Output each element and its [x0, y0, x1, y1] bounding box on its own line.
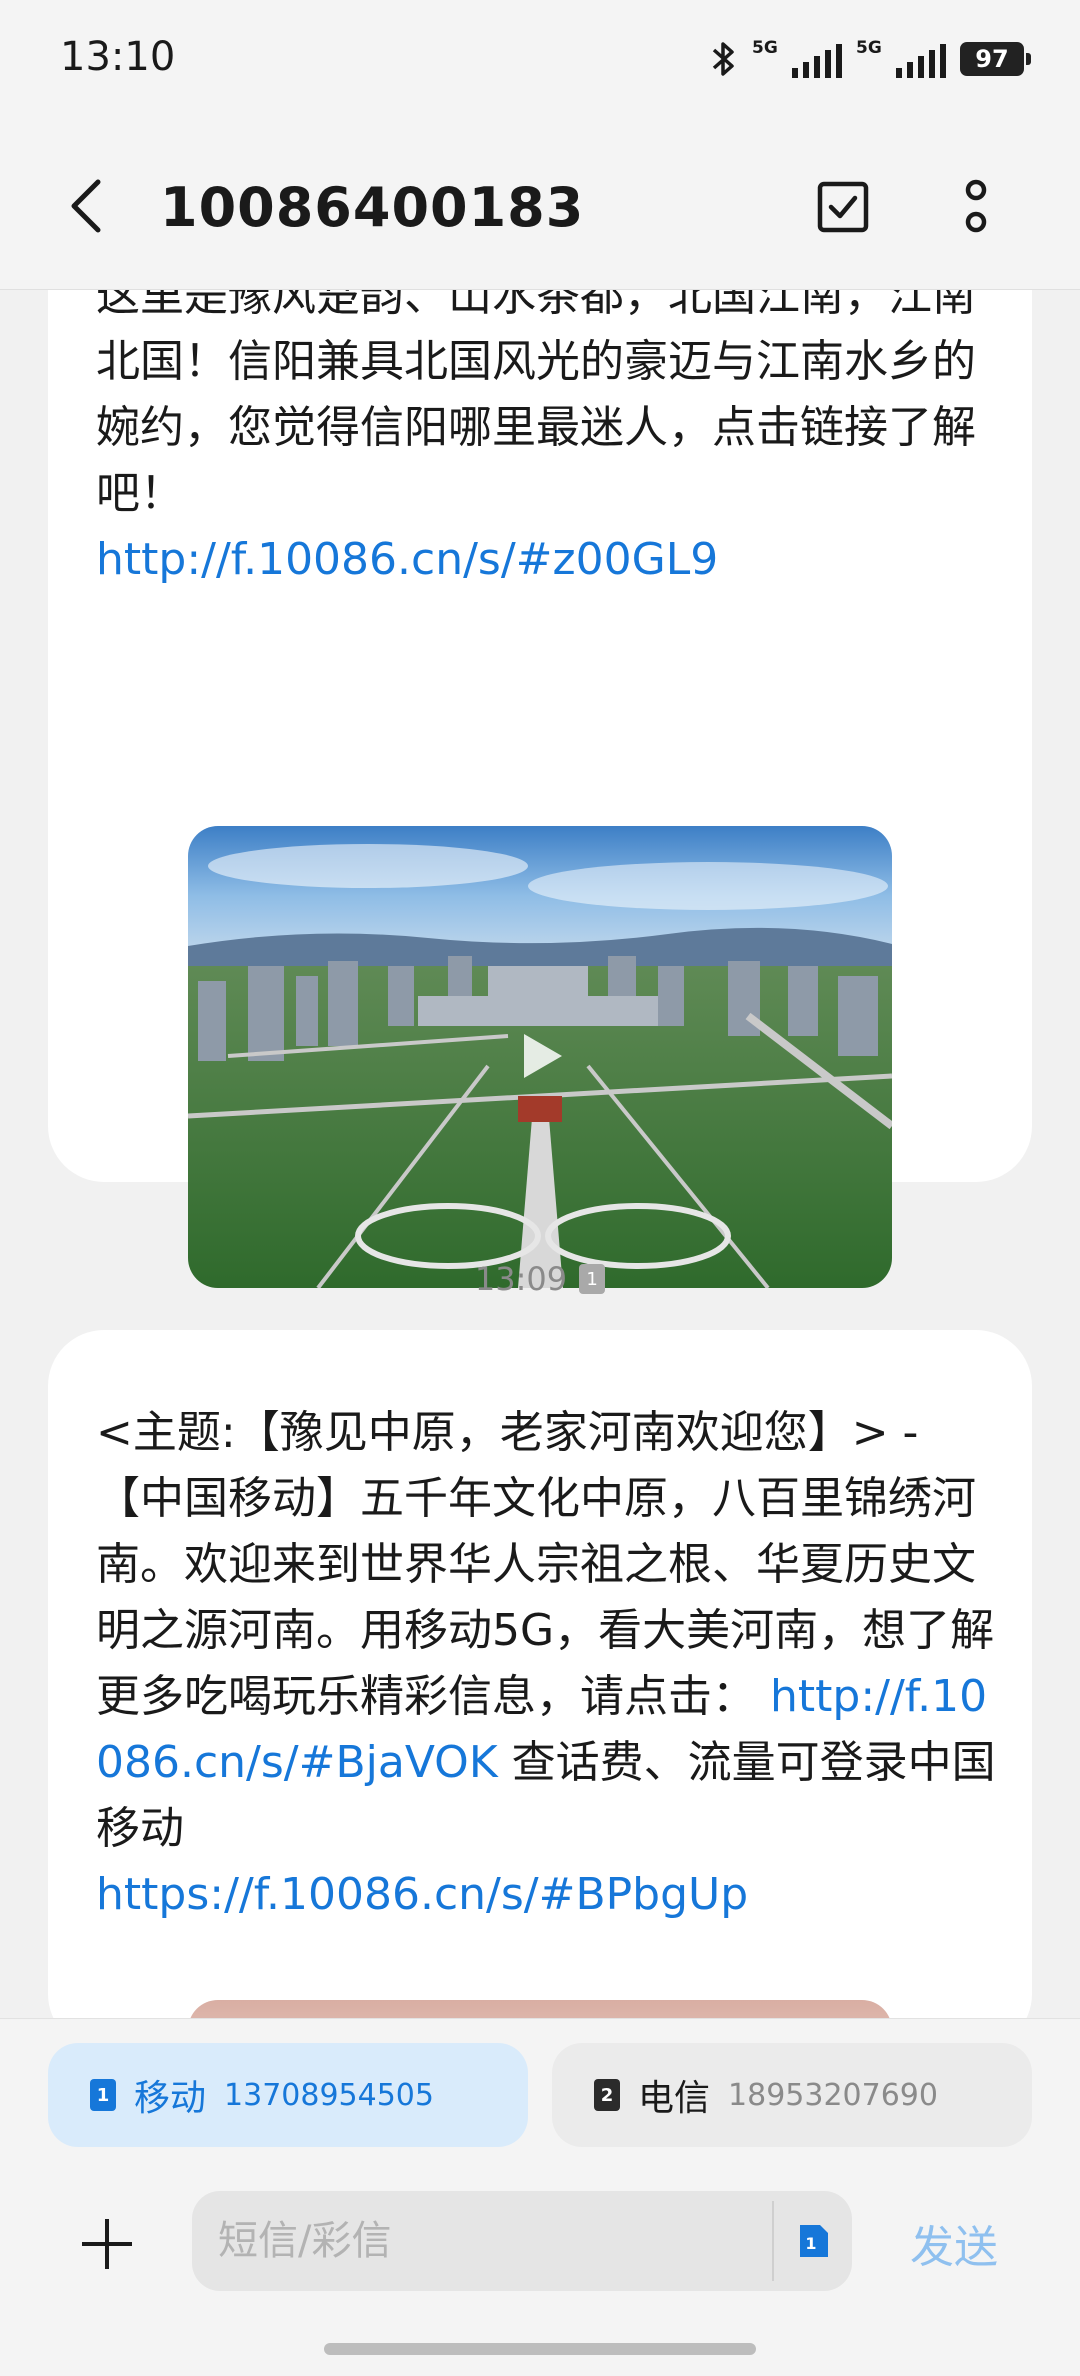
- network-type-2: 5G: [856, 38, 882, 58]
- signal-icon-sim1: 5G: [752, 38, 842, 78]
- signal-icon-sim2: 5G: [856, 38, 946, 78]
- compose-divider: [772, 2201, 774, 2281]
- sim-phone-number: 18953207690: [728, 2077, 938, 2113]
- battery-level: 97: [975, 45, 1009, 73]
- status-bar: 13:10 5G 5G 97: [0, 0, 1080, 120]
- battery-icon: 97: [960, 42, 1031, 76]
- sim-card-icon: 1: [579, 1264, 606, 1294]
- sim-switch-icon[interactable]: 1: [796, 2221, 832, 2261]
- message-link[interactable]: http://f.10086.cn/s/#z00GL9: [96, 527, 996, 593]
- sim-card-icon: 2: [594, 2079, 620, 2111]
- sim-badge-number: 1: [586, 1268, 598, 1290]
- message-body: 这里是豫风楚韵、山水茶都，北国江南，江南北国！信阳兼具北国风光的豪迈与江南水乡的…: [96, 290, 976, 519]
- message-text: 这里是豫风楚韵、山水茶都，北国江南，江南北国！信阳兼具北国风光的豪迈与江南水乡的…: [96, 290, 996, 593]
- send-button[interactable]: 发送: [910, 2211, 998, 2275]
- contact-number-title[interactable]: 10086400183: [160, 176, 584, 239]
- message-list[interactable]: 这里是豫风楚韵、山水茶都，北国江南，江南北国！信阳兼具北国风光的豪迈与江南水乡的…: [0, 290, 1080, 2018]
- image-thumbnail[interactable]: [188, 2000, 892, 2018]
- compose-panel: 1 移动 13708954505 2 电信 18953207690 1 发送: [0, 2018, 1080, 2376]
- conversation-header: 10086400183: [0, 120, 1080, 290]
- bluetooth-icon: [712, 42, 734, 76]
- message-link[interactable]: https://f.10086.cn/s/#BPbgUp: [96, 1862, 996, 1928]
- sim-phone-number: 13708954505: [224, 2077, 434, 2113]
- message-bubble[interactable]: 这里是豫风楚韵、山水茶都，北国江南，江南北国！信阳兼具北国风光的豪迈与江南水乡的…: [48, 290, 1032, 1288]
- network-type-1: 5G: [752, 38, 778, 58]
- status-icons: 5G 5G 97: [708, 38, 1031, 78]
- sim-carrier-name: 移动: [134, 2078, 207, 2119]
- sim-slot-number: 2: [600, 2084, 614, 2106]
- message-timestamp: 13:09 1: [0, 1260, 1080, 1298]
- play-icon[interactable]: [510, 1026, 570, 1086]
- video-thumbnail[interactable]: [188, 826, 892, 1288]
- messaging-screen: 13:10 5G 5G 97 10086400183 这里是豫风楚韵、山水茶都，…: [0, 0, 1080, 2376]
- send-via-sim1-button[interactable]: 1 移动 13708954505: [48, 2043, 528, 2147]
- home-indicator[interactable]: [324, 2343, 756, 2355]
- status-time: 13:10: [60, 34, 176, 80]
- message-bubble[interactable]: <主题:【豫见中原，老家河南欢迎您】> -【中国移动】五千年文化中原，八百里锦绣…: [48, 1330, 1032, 2018]
- more-options-icon[interactable]: [956, 178, 996, 236]
- send-via-sim2-button[interactable]: 2 电信 18953207690: [552, 2043, 1032, 2147]
- timestamp-text: 13:09: [474, 1260, 568, 1298]
- sim-switch-slot: 1: [805, 2234, 816, 2253]
- sim-carrier-name: 电信: [638, 2078, 711, 2119]
- sim-slot-number: 1: [96, 2084, 110, 2106]
- message-text: <主题:【豫见中原，老家河南欢迎您】> -【中国移动】五千年文化中原，八百里锦绣…: [96, 1400, 996, 1928]
- multi-select-icon[interactable]: [816, 180, 870, 234]
- message-input[interactable]: [218, 2191, 738, 2291]
- sim-card-icon: 1: [90, 2079, 116, 2111]
- message-compose-field[interactable]: 1: [192, 2191, 852, 2291]
- add-attachment-icon[interactable]: [78, 2215, 136, 2273]
- back-arrow-icon[interactable]: [66, 178, 106, 234]
